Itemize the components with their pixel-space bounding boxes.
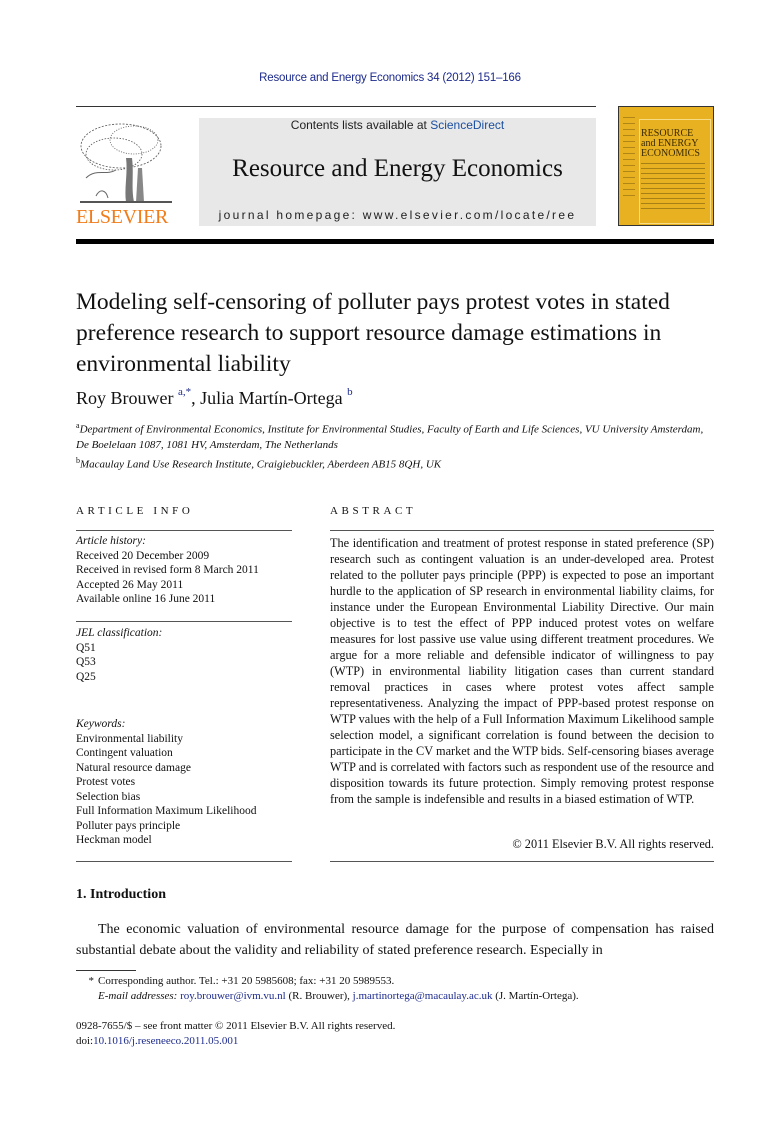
elsevier-wordmark: ELSEVIER xyxy=(76,206,169,228)
doi-link[interactable]: 10.1016/j.reseneeco.2011.05.001 xyxy=(93,1035,238,1047)
abstract-rule xyxy=(330,530,714,531)
email-link[interactable]: j.martinortega@macaulay.ac.uk xyxy=(353,990,493,1002)
header-thick-rule xyxy=(76,239,714,244)
keyword: Selection bias xyxy=(76,790,141,803)
keyword: Environmental liability xyxy=(76,732,183,745)
contents-prefix: Contents lists available at xyxy=(290,118,431,132)
abstract-text: The identification and treatment of prot… xyxy=(330,536,714,806)
cover-title: RESOURCE and ENERGY ECONOMICS xyxy=(641,128,700,159)
journal-cover-image: RESOURCE and ENERGY ECONOMICS xyxy=(618,106,714,226)
abstract-heading: ABSTRACT xyxy=(330,505,417,517)
sciencedirect-link[interactable]: ScienceDirect xyxy=(430,118,504,132)
author-affiliation-mark[interactable]: a,* xyxy=(178,386,191,398)
front-matter: 0928-7655/$ – see front matter © 2011 El… xyxy=(76,1019,716,1049)
email-label: E-mail addresses: xyxy=(98,990,181,1002)
history-item: Accepted 26 May 2011 xyxy=(76,578,184,591)
jel-code: Q25 xyxy=(76,670,96,683)
history-label: Article history: xyxy=(76,535,146,547)
article-info-rule xyxy=(76,530,292,531)
author-separator: , xyxy=(191,388,201,408)
issn-line: 0928-7655/$ – see front matter © 2011 El… xyxy=(76,1020,396,1032)
footnotes: * Corresponding author. Tel.: +31 20 5985… xyxy=(76,974,716,1004)
doi-line: doi:10.1016/j.reseneeco.2011.05.001 xyxy=(76,1035,239,1047)
author-list: Roy Brouwer a,*, Julia Martín-Ortega b xyxy=(76,386,353,409)
article-info-heading: ARTICLE INFO xyxy=(76,505,194,517)
footnote-rule xyxy=(76,970,136,971)
jel-rule xyxy=(76,621,292,622)
contents-line: Contents lists available at ScienceDirec… xyxy=(199,118,596,132)
section-heading-introduction: 1. Introduction xyxy=(76,887,166,902)
keyword: Full Information Maximum Likelihood xyxy=(76,805,257,817)
author-name: Roy Brouwer xyxy=(76,388,174,408)
abstract-copyright: © 2011 Elsevier B.V. All rights reserved… xyxy=(512,837,714,851)
email-link[interactable]: roy.brouwer@ivm.vu.nl xyxy=(180,990,286,1002)
corresponding-author-note: * Corresponding author. Tel.: +31 20 5985… xyxy=(76,974,716,989)
keyword: Natural resource damage xyxy=(76,761,191,774)
keywords: Keywords: Environmental liability Contin… xyxy=(76,717,292,848)
cover-contents-lines xyxy=(641,163,705,213)
paper-title: Modeling self-censoring of polluter pays… xyxy=(76,289,670,377)
keywords-label: Keywords: xyxy=(76,718,126,730)
footnote-mark: * xyxy=(88,975,95,987)
author-name: Julia Martín-Ortega xyxy=(200,388,343,408)
header-rule xyxy=(76,106,596,107)
affiliation: bMacaulay Land Use Research Institute, C… xyxy=(76,455,442,471)
affiliation: aDepartment of Environmental Economics, … xyxy=(76,421,704,451)
history-item: Available online 16 June 2011 xyxy=(76,593,216,605)
email-addresses: E-mail addresses: roy.brouwer@ivm.vu.nl … xyxy=(98,990,579,1002)
jel-label: JEL classification: xyxy=(76,627,163,639)
journal-homepage[interactable]: journal homepage: www.elsevier.com/locat… xyxy=(199,208,596,222)
introduction-text: The economic valuation of environmental … xyxy=(76,922,714,958)
article-history: Article history: Received 20 December 20… xyxy=(76,534,292,607)
jel-code: Q51 xyxy=(76,641,96,654)
keywords-rule xyxy=(76,861,292,862)
keyword: Protest votes xyxy=(76,776,136,788)
journal-title: Resource and Energy Economics xyxy=(232,155,563,182)
jel-code: Q53 xyxy=(76,656,96,668)
jel-classification: JEL classification: Q51 Q53 Q25 xyxy=(76,626,292,684)
history-item: Received 20 December 2009 xyxy=(76,549,210,562)
journal-citation[interactable]: Resource and Energy Economics 34 (2012) … xyxy=(0,72,780,84)
cover-side-lines xyxy=(623,117,635,201)
elsevier-tree-logo-icon xyxy=(80,123,172,203)
keyword: Polluter pays principle xyxy=(76,819,181,832)
abstract-bottom-rule xyxy=(330,861,714,862)
history-item: Received in revised form 8 March 2011 xyxy=(76,564,259,576)
affiliations: aDepartment of Environmental Economics, … xyxy=(76,418,716,472)
keyword: Contingent valuation xyxy=(76,747,173,759)
keyword: Heckman model xyxy=(76,834,152,846)
author-affiliation-mark[interactable]: b xyxy=(347,386,353,398)
